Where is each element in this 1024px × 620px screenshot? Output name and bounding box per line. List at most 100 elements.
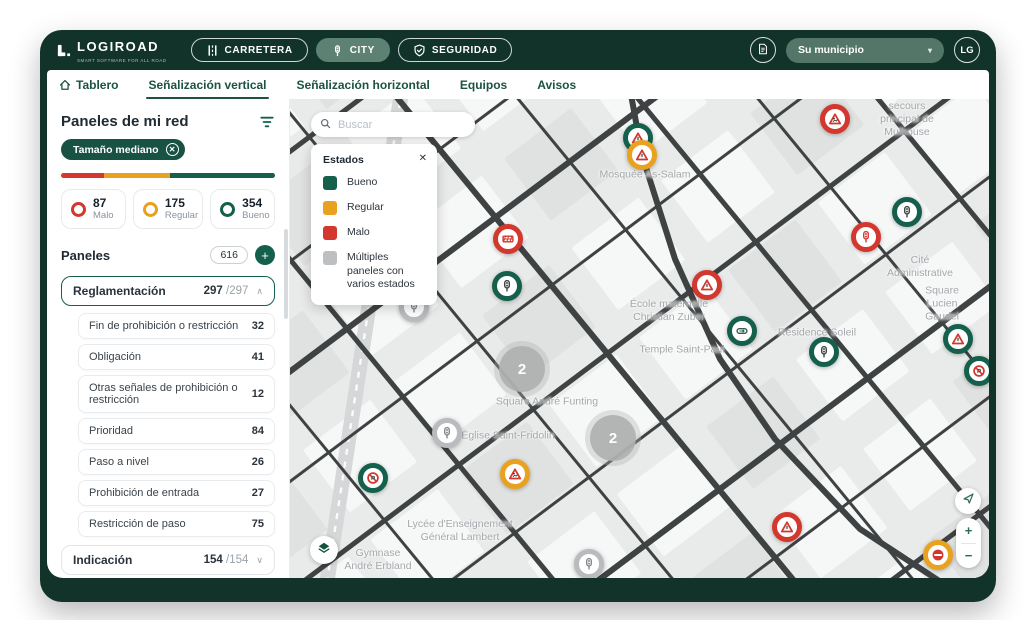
tab[interactable]: Señalización vertical — [146, 70, 269, 99]
shield-check-icon — [413, 44, 426, 57]
map-marker[interactable] — [493, 224, 523, 254]
stat-card[interactable]: 354 Bueno — [210, 189, 275, 230]
traffic-light-icon — [440, 426, 454, 440]
category-row[interactable]: Prioridad 84 — [78, 418, 275, 445]
map-marker[interactable] — [851, 222, 881, 252]
stat-card[interactable]: 175 Regular — [132, 189, 204, 230]
traffic-light-icon — [859, 230, 873, 244]
traffic-light-icon — [817, 345, 831, 359]
zoom-in-button[interactable]: + — [956, 518, 981, 543]
stat-card[interactable]: 87 Malo — [61, 189, 126, 230]
progress-segment — [170, 173, 275, 178]
no-parking-icon — [366, 471, 380, 485]
warning-triangle-icon — [780, 520, 794, 534]
map-canvas[interactable]: Centre de secours principal de MulhouseM… — [290, 99, 989, 578]
progress-segment — [61, 173, 104, 178]
sidebar-scrollbar[interactable] — [284, 229, 288, 319]
map-marker[interactable] — [574, 549, 604, 578]
map-marker[interactable] — [627, 140, 657, 170]
layers-icon — [317, 541, 331, 560]
map-marker[interactable] — [727, 316, 757, 346]
map-marker[interactable] — [772, 512, 802, 542]
tab[interactable]: Señalización horizontal — [297, 70, 430, 99]
logiroad-logo: LOGIROAD SMART SOFTWARE FOR ALL ROAD — [56, 38, 167, 63]
warning-triangle-icon — [951, 332, 965, 346]
traffic-light-icon — [582, 557, 596, 571]
accordion-header[interactable]: Indicación 154 /154 ∨ — [61, 545, 275, 576]
city-icon — [331, 44, 344, 57]
zoom-controls: + − — [956, 518, 981, 568]
status-stats: 87 Malo 175 Regular 354 Bueno — [61, 189, 275, 230]
accordion-header[interactable]: Reglamentación 297 /297 ∧ — [61, 276, 275, 307]
tab-bar: Tablero Señalización vertical Señalizaci… — [47, 70, 989, 99]
map-marker[interactable] — [492, 271, 522, 301]
no-parking-icon — [972, 364, 986, 378]
legend-color-swatch — [323, 226, 337, 240]
close-icon[interactable]: ✕ — [165, 143, 179, 156]
brand-tagline: SMART SOFTWARE FOR ALL ROAD — [77, 57, 167, 63]
barrier-icon — [501, 232, 515, 246]
search-input[interactable] — [338, 118, 466, 131]
map-marker[interactable] — [692, 270, 722, 300]
locate-button[interactable] — [955, 488, 981, 514]
map-marker[interactable] — [500, 459, 530, 489]
warning-triangle-icon — [635, 148, 649, 162]
tab[interactable]: Tablero — [59, 70, 118, 99]
map-marker[interactable] — [809, 337, 839, 367]
progress-segment — [103, 173, 171, 178]
module-button[interactable]: SEGURIDAD — [397, 38, 513, 62]
add-panel-button[interactable]: + — [255, 245, 275, 266]
category-row[interactable]: Prohibición de entrada 27 — [78, 480, 275, 507]
locate-icon — [962, 492, 975, 510]
module-button[interactable]: CITY — [315, 38, 390, 62]
municipality-select[interactable]: Su municipio ▾ — [786, 37, 944, 63]
report-button[interactable] — [750, 37, 776, 63]
top-right-actions: Su municipio ▾ LG — [750, 37, 980, 63]
chevron-icon: ∨ — [256, 554, 263, 565]
legend-color-swatch — [323, 176, 337, 190]
legend-panel: Estados ✕ Bueno Regular Malo Múltiples p… — [311, 144, 437, 305]
status-ring-icon — [220, 201, 236, 217]
legend-item: Múltiples paneles con varios estados — [323, 251, 425, 292]
tab[interactable]: Avisos — [537, 70, 576, 99]
module-button[interactable]: CARRETERA — [190, 38, 308, 62]
legend-item: Bueno — [323, 176, 425, 190]
category-row[interactable]: Otras señales de prohibición o restricci… — [78, 375, 275, 414]
status-ring-icon — [142, 201, 158, 217]
legend-title: Estados — [323, 154, 364, 166]
status-progress-bar — [61, 173, 275, 178]
legend-color-swatch — [323, 251, 337, 265]
map-marker[interactable] — [432, 418, 462, 448]
map-search[interactable] — [311, 112, 475, 137]
layers-button[interactable] — [310, 536, 338, 564]
category-row[interactable]: Paso a nivel 26 — [78, 449, 275, 476]
no-entry-icon — [931, 548, 945, 562]
category-row[interactable]: Obligación 41 — [78, 344, 275, 371]
traffic-light-icon — [500, 279, 514, 293]
category-row[interactable]: Restricción de paso 75 — [78, 511, 275, 538]
status-ring-icon — [71, 201, 86, 217]
filter-icon[interactable] — [259, 114, 275, 130]
marker-cluster[interactable]: 2 — [590, 415, 636, 461]
marker-cluster[interactable]: 2 — [499, 346, 545, 392]
user-avatar[interactable]: LG — [954, 37, 980, 63]
close-icon[interactable]: ✕ — [419, 153, 427, 164]
map-marker[interactable] — [892, 197, 922, 227]
home-icon — [59, 79, 71, 91]
map-marker[interactable] — [923, 540, 953, 570]
legend-item: Malo — [323, 226, 425, 240]
zoom-out-button[interactable]: − — [956, 544, 981, 569]
legend-item: Regular — [323, 201, 425, 215]
map-marker[interactable] — [820, 104, 850, 134]
module-switcher: CARRETERA CITY SEGURIDAD — [190, 38, 513, 62]
category-row[interactable]: Fin de prohibición o restricción 32 — [78, 313, 275, 340]
search-icon — [320, 116, 331, 134]
legend-color-swatch — [323, 201, 337, 215]
brand-name: LOGIROAD — [77, 38, 160, 54]
tab[interactable]: Equipos — [460, 70, 507, 99]
map-marker[interactable] — [943, 324, 973, 354]
top-bar: LOGIROAD SMART SOFTWARE FOR ALL ROAD CAR… — [40, 30, 996, 70]
map-marker[interactable] — [358, 463, 388, 493]
total-count-badge: 616 — [210, 246, 248, 265]
map-marker[interactable] — [964, 356, 989, 386]
